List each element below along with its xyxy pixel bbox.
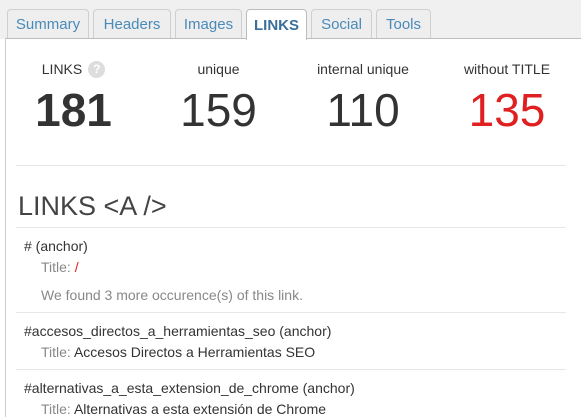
tab-links[interactable]: LINKS — [246, 9, 307, 40]
help-icon[interactable]: ? — [88, 60, 106, 78]
divider — [16, 312, 566, 313]
stat-unique: unique 159 — [161, 61, 276, 133]
stat-without-title-label: without TITLE — [463, 61, 551, 77]
link-title-row: Title: / — [41, 259, 79, 275]
divider — [16, 227, 566, 228]
stat-internal-unique-value: 110 — [326, 84, 400, 136]
tab-tools[interactable]: Tools — [376, 9, 431, 39]
title-label: Title: — [41, 259, 71, 275]
stat-without-title: without TITLE 135 — [449, 61, 565, 133]
link-href[interactable]: #accesos_directos_a_herramientas_seo (an… — [24, 323, 331, 339]
stat-links: LINKS ? 181 — [16, 60, 131, 136]
links-panel: LINKS ? 181 unique 159 internal unique 1… — [5, 38, 581, 417]
tab-images[interactable]: Images — [175, 9, 242, 39]
link-href[interactable]: #alternativas_a_esta_extension_de_chrome… — [24, 380, 355, 396]
tab-bar: Summary Headers Images LINKS Social Tool… — [0, 0, 581, 40]
stat-links-label: LINKS — [41, 61, 83, 77]
divider — [16, 369, 566, 370]
divider — [16, 165, 566, 166]
stat-unique-label: unique — [197, 61, 240, 77]
title-value: / — [74, 259, 79, 275]
title-label: Title: — [41, 401, 71, 417]
link-href[interactable]: # (anchor) — [24, 238, 88, 254]
tab-headers[interactable]: Headers — [93, 9, 171, 39]
title-value: Accesos Directos a Herramientas SEO — [73, 344, 316, 360]
title-label: Title: — [41, 344, 71, 360]
stat-unique-value: 159 — [180, 84, 257, 136]
tab-summary[interactable]: Summary — [7, 9, 89, 39]
stat-internal-unique: internal unique 110 — [298, 61, 428, 133]
occurrence-note: We found 3 more occurence(s) of this lin… — [41, 287, 303, 303]
link-title-row: Title: Alternativas a esta extensión de … — [41, 401, 326, 417]
stat-internal-unique-label: internal unique — [317, 61, 409, 77]
tab-social[interactable]: Social — [311, 9, 372, 39]
stat-links-value: 181 — [35, 84, 112, 136]
section-title: LINKS <A /> — [18, 191, 167, 221]
stat-without-title-value: 135 — [468, 84, 546, 136]
title-value: Alternativas a esta extensión de Chrome — [73, 401, 327, 417]
link-title-row: Title: Accesos Directos a Herramientas S… — [41, 344, 315, 360]
